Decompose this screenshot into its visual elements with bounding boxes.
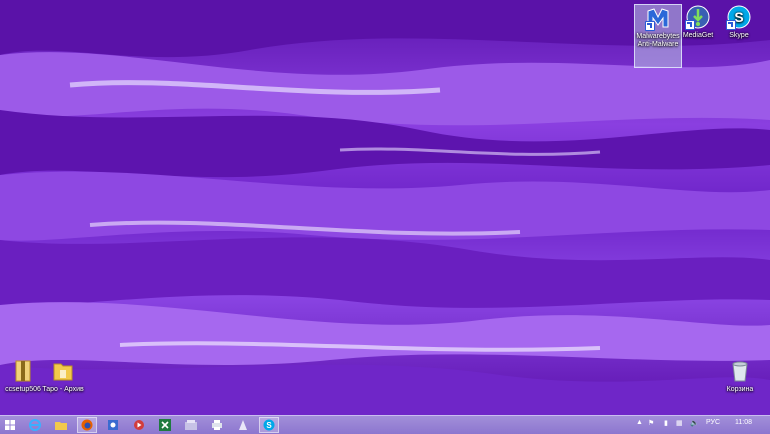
battery-icon[interactable]: ▮ bbox=[664, 419, 668, 427]
desktop-icon-label: ccsetup506 bbox=[5, 386, 41, 393]
excel-icon bbox=[159, 419, 171, 431]
action-center-flag-icon[interactable]: ⚑ bbox=[648, 419, 654, 427]
input-language-indicator[interactable]: РУС bbox=[706, 419, 720, 426]
skype-taskbar-icon: S bbox=[263, 419, 275, 431]
taskbar-internet-explorer[interactable] bbox=[25, 417, 45, 433]
skype-icon: S bbox=[726, 4, 752, 30]
svg-text:S: S bbox=[266, 421, 272, 430]
taskbar-folder-app[interactable] bbox=[181, 417, 201, 433]
settings-app-icon bbox=[108, 420, 118, 430]
notepad-app-icon bbox=[239, 420, 247, 430]
taskbar-excel[interactable] bbox=[155, 417, 175, 433]
windows-start-icon bbox=[5, 420, 15, 430]
taskbar-settings-app[interactable] bbox=[103, 417, 123, 433]
desktop-icon-label: Malwarebytes Anti-Malware bbox=[636, 33, 680, 48]
start-button[interactable] bbox=[0, 417, 20, 433]
volume-icon[interactable]: 🔈 bbox=[690, 419, 699, 427]
taskbar-notepad-app[interactable] bbox=[233, 417, 253, 433]
show-hidden-icons-chevron-icon[interactable]: ▲ bbox=[636, 419, 643, 426]
internet-explorer-icon bbox=[29, 419, 41, 431]
taskbar-firefox[interactable] bbox=[77, 417, 97, 433]
taskbar-file-explorer[interactable] bbox=[51, 417, 71, 433]
archive-folder-icon bbox=[10, 358, 36, 384]
shortcut-arrow-icon bbox=[685, 20, 695, 30]
malwarebytes-icon bbox=[645, 5, 671, 31]
desktop-icon-label: Skype bbox=[729, 32, 749, 39]
media-app-icon bbox=[134, 420, 144, 430]
clock-time[interactable]: 11:08 bbox=[735, 419, 752, 426]
desktop-icon-label: MediaGet bbox=[682, 32, 714, 39]
desktop-icon-recycle-bin[interactable]: Корзина bbox=[717, 358, 763, 394]
recycle-bin-icon bbox=[727, 358, 753, 384]
taskbar-skype[interactable]: S bbox=[259, 417, 279, 433]
folder-icon bbox=[50, 358, 76, 384]
file-explorer-icon bbox=[55, 422, 67, 430]
desktop-icon-mediaget[interactable]: MediaGet bbox=[675, 4, 721, 40]
desktop-icon-taro-archive[interactable]: Таро - Архив bbox=[40, 358, 86, 394]
folder-app-icon bbox=[185, 420, 197, 430]
shortcut-arrow-icon bbox=[645, 21, 655, 31]
network-icon[interactable]: ▦ bbox=[676, 419, 683, 427]
taskbar: S ▲ ⚑ ▮ ▦ 🔈 РУС 11:08 bbox=[0, 415, 770, 434]
shortcut-arrow-icon bbox=[726, 20, 736, 30]
mediaget-icon bbox=[685, 4, 711, 30]
print-app-icon bbox=[212, 420, 222, 430]
desktop-icon-label: Таро - Архив bbox=[42, 386, 84, 393]
desktop-icon-label: Корзина bbox=[726, 386, 754, 393]
taskbar-print-app[interactable] bbox=[207, 417, 227, 433]
firefox-icon bbox=[81, 419, 93, 431]
desktop-icon-skype[interactable]: S Skype bbox=[716, 4, 762, 40]
taskbar-media-app[interactable] bbox=[129, 417, 149, 433]
